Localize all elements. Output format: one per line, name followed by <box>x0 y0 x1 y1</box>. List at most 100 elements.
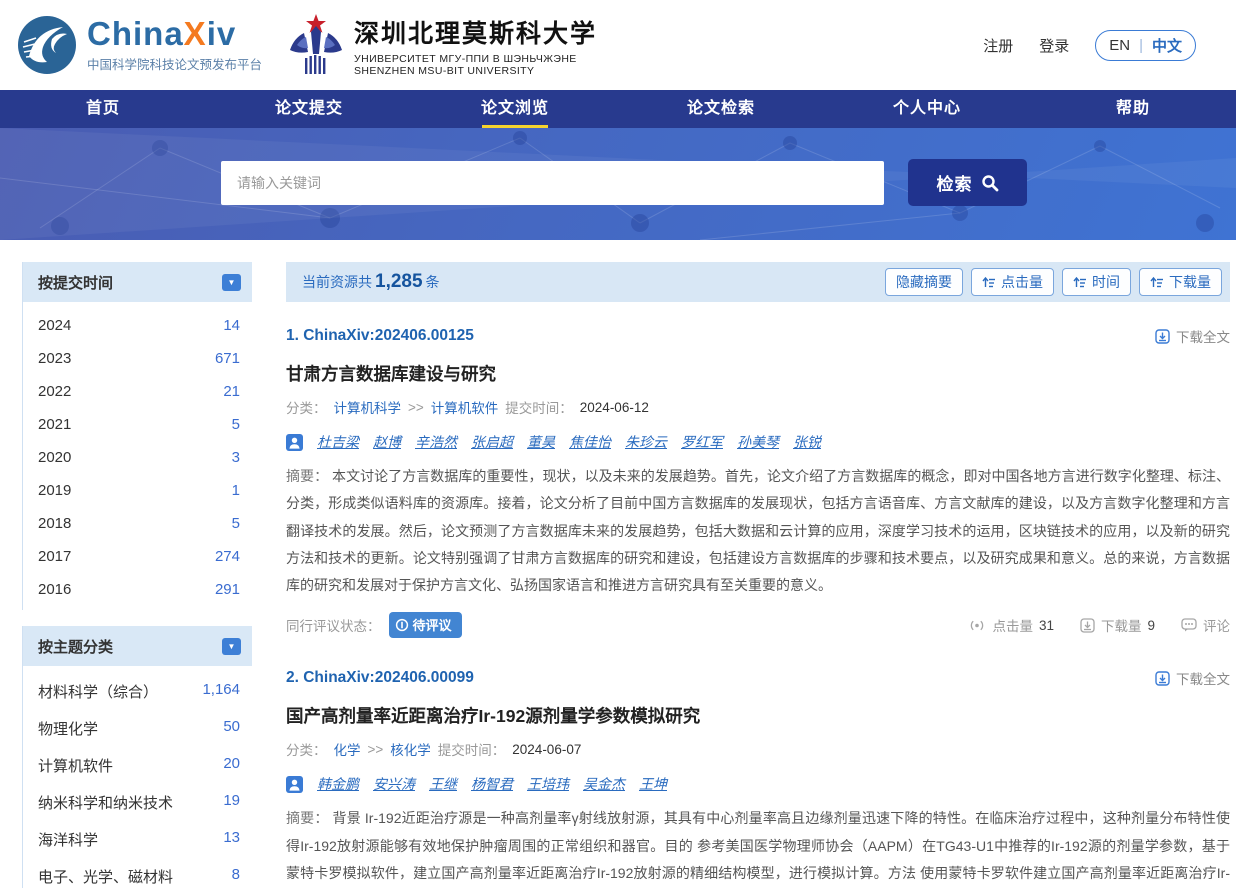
category-label: 分类： <box>286 739 327 759</box>
category-link[interactable]: 化学 <box>334 739 361 759</box>
filter-item-subject[interactable]: 材料科学（综合） 1,164 <box>23 673 252 710</box>
filter-item-count: 13 <box>223 829 240 850</box>
chinaxiv-logo[interactable]: ChinaXiv 中国科学院科技论文预发布平台 <box>16 14 262 76</box>
downloads-stat[interactable]: 下载量 9 <box>1080 615 1155 635</box>
nav-item-search[interactable]: 论文检索 <box>618 90 824 128</box>
filter-item-count: 50 <box>223 718 240 739</box>
download-icon <box>1155 329 1170 344</box>
nav-item-home[interactable]: 首页 <box>0 90 206 128</box>
review-status-label: 同行评议状态： <box>286 615 381 635</box>
sort-time-button[interactable]: 时间 <box>1062 268 1131 296</box>
author-link[interactable]: 吴金杰 <box>583 774 625 794</box>
author-link[interactable]: 董昊 <box>527 432 555 452</box>
comments-stat[interactable]: 评论 <box>1181 615 1230 635</box>
nav-item-help[interactable]: 帮助 <box>1030 90 1236 128</box>
download-fulltext-link[interactable]: 下载全文 <box>1155 668 1230 688</box>
clicks-stat[interactable]: 点击量 31 <box>968 615 1054 635</box>
nav-item-submit[interactable]: 论文提交 <box>206 90 412 128</box>
filter-item-year[interactable]: 2017 274 <box>23 540 252 573</box>
login-link[interactable]: 登录 <box>1039 35 1069 56</box>
author-link[interactable]: 辛浩然 <box>415 432 457 452</box>
msu-bit-title: 深圳北理莫斯科大学 <box>354 14 597 50</box>
filter-item-count: 5 <box>232 515 240 532</box>
submitted-date: 2024-06-12 <box>580 400 649 415</box>
nav-item-browse[interactable]: 论文浏览 <box>412 90 618 128</box>
filter-item-year[interactable]: 2023 671 <box>23 342 252 375</box>
msu-bit-logo[interactable]: 深圳北理莫斯科大学 УНИВЕРСИТЕТ МГУ-ППИ В ШЭНЬЧЖЭН… <box>288 12 597 78</box>
page-header: ChinaXiv 中国科学院科技论文预发布平台 深圳北理莫斯科大学 УН <box>0 0 1236 90</box>
hide-abstract-button[interactable]: 隐藏摘要 <box>885 268 963 296</box>
author-link[interactable]: 张启超 <box>471 432 513 452</box>
filter-item-subject[interactable]: 电子、光学、磁材料 8 <box>23 858 252 888</box>
filter-item-label: 物理化学 <box>38 718 98 739</box>
author-link[interactable]: 韩金鹏 <box>317 774 359 794</box>
lang-zh[interactable]: 中文 <box>1152 35 1182 56</box>
filter-item-label: 纳米科学和纳米技术 <box>38 792 173 813</box>
author-link[interactable]: 王培玮 <box>527 774 569 794</box>
collapse-toggle-icon[interactable]: ▼ <box>222 638 241 655</box>
pending-review-icon <box>395 618 409 632</box>
collapse-toggle-icon[interactable]: ▼ <box>222 274 241 291</box>
filter-list-subject: 材料科学（综合） 1,164 物理化学 50 计算机软件 20 纳米科 <box>23 666 252 888</box>
paper-id-link[interactable]: 1. ChinaXiv:202406.00125 <box>286 327 474 345</box>
sort-clicks-button[interactable]: 点击量 <box>971 268 1054 296</box>
paper-title[interactable]: 国产高剂量率近距离治疗Ir-192源剂量学参数模拟研究 <box>286 703 1230 728</box>
filter-item-year[interactable]: 2021 5 <box>23 408 252 441</box>
filter-header-subject: 按主题分类 ▼ <box>23 626 252 666</box>
msu-bit-subtitle-ru: УНИВЕРСИТЕТ МГУ-ППИ В ШЭНЬЧЖЭНЕ <box>354 53 597 65</box>
author-link[interactable]: 罗红军 <box>681 432 723 452</box>
filter-item-subject[interactable]: 物理化学 50 <box>23 710 252 747</box>
download-icon <box>1155 671 1170 686</box>
category-link[interactable]: 计算机科学 <box>334 397 402 417</box>
author-link[interactable]: 孙美琴 <box>737 432 779 452</box>
subcategory-link[interactable]: 计算机软件 <box>431 397 499 417</box>
filter-item-label: 2021 <box>38 416 71 433</box>
filter-item-label: 2022 <box>38 383 71 400</box>
paper-entry: 1. ChinaXiv:202406.00125 下载全文 甘肃方言数据库建设与… <box>286 302 1230 638</box>
paper-id-link[interactable]: 2. ChinaXiv:202406.00099 <box>286 669 474 687</box>
filter-item-year[interactable]: 2016 291 <box>23 573 252 606</box>
filter-title: 按提交时间 <box>38 272 113 293</box>
abstract-label: 摘要： <box>286 468 328 484</box>
lang-divider: | <box>1139 37 1143 54</box>
sort-icon <box>1073 276 1087 289</box>
subcategory-link[interactable]: 核化学 <box>390 739 431 759</box>
magnifier-icon <box>981 174 999 192</box>
author-link[interactable]: 安兴涛 <box>373 774 415 794</box>
filter-sidebar: 按提交时间 ▼ 2024 14 2023 671 2022 <box>22 262 252 888</box>
author-link[interactable]: 朱珍云 <box>625 432 667 452</box>
filter-item-count: 5 <box>232 416 240 433</box>
filter-item-subject[interactable]: 计算机软件 20 <box>23 747 252 784</box>
filter-item-label: 2023 <box>38 350 71 367</box>
filter-item-year[interactable]: 2020 3 <box>23 441 252 474</box>
search-input[interactable] <box>221 161 884 205</box>
filter-section-time: 按提交时间 ▼ 2024 14 2023 671 2022 <box>22 262 252 610</box>
register-link[interactable]: 注册 <box>983 35 1013 56</box>
sort-downloads-button[interactable]: 下载量 <box>1139 268 1222 296</box>
paper-abstract: 摘要： 本文讨论了方言数据库的重要性，现状，以及未来的发展趋势。首先，论文介绍了… <box>286 463 1230 599</box>
filter-item-year[interactable]: 2018 5 <box>23 507 252 540</box>
filter-item-year[interactable]: 2019 1 <box>23 474 252 507</box>
download-fulltext-link[interactable]: 下载全文 <box>1155 326 1230 346</box>
author-link[interactable]: 杜吉梁 <box>317 432 359 452</box>
filter-item-year[interactable]: 2022 21 <box>23 375 252 408</box>
paper-title[interactable]: 甘肃方言数据库建设与研究 <box>286 361 1230 386</box>
author-link[interactable]: 张锐 <box>793 432 821 452</box>
filter-item-count: 671 <box>215 350 240 367</box>
author-link[interactable]: 赵博 <box>373 432 401 452</box>
filter-item-count: 19 <box>223 792 240 813</box>
author-link[interactable]: 王坤 <box>639 774 667 794</box>
language-switcher[interactable]: EN | 中文 <box>1095 30 1196 61</box>
nav-item-personal[interactable]: 个人中心 <box>824 90 1030 128</box>
search-button[interactable]: 检索 <box>908 159 1027 206</box>
lang-en[interactable]: EN <box>1109 37 1130 54</box>
author-link[interactable]: 焦佳怡 <box>569 432 611 452</box>
author-link[interactable]: 王继 <box>429 774 457 794</box>
filter-item-subject[interactable]: 海洋科学 13 <box>23 821 252 858</box>
filter-item-subject[interactable]: 纳米科学和纳米技术 19 <box>23 784 252 821</box>
filter-item-label: 材料科学（综合） <box>38 681 158 702</box>
filter-item-year[interactable]: 2024 14 <box>23 309 252 342</box>
author-link[interactable]: 杨智君 <box>471 774 513 794</box>
chinaxiv-subtitle: 中国科学院科技论文预发布平台 <box>87 54 262 73</box>
category-separator: >> <box>408 400 424 415</box>
